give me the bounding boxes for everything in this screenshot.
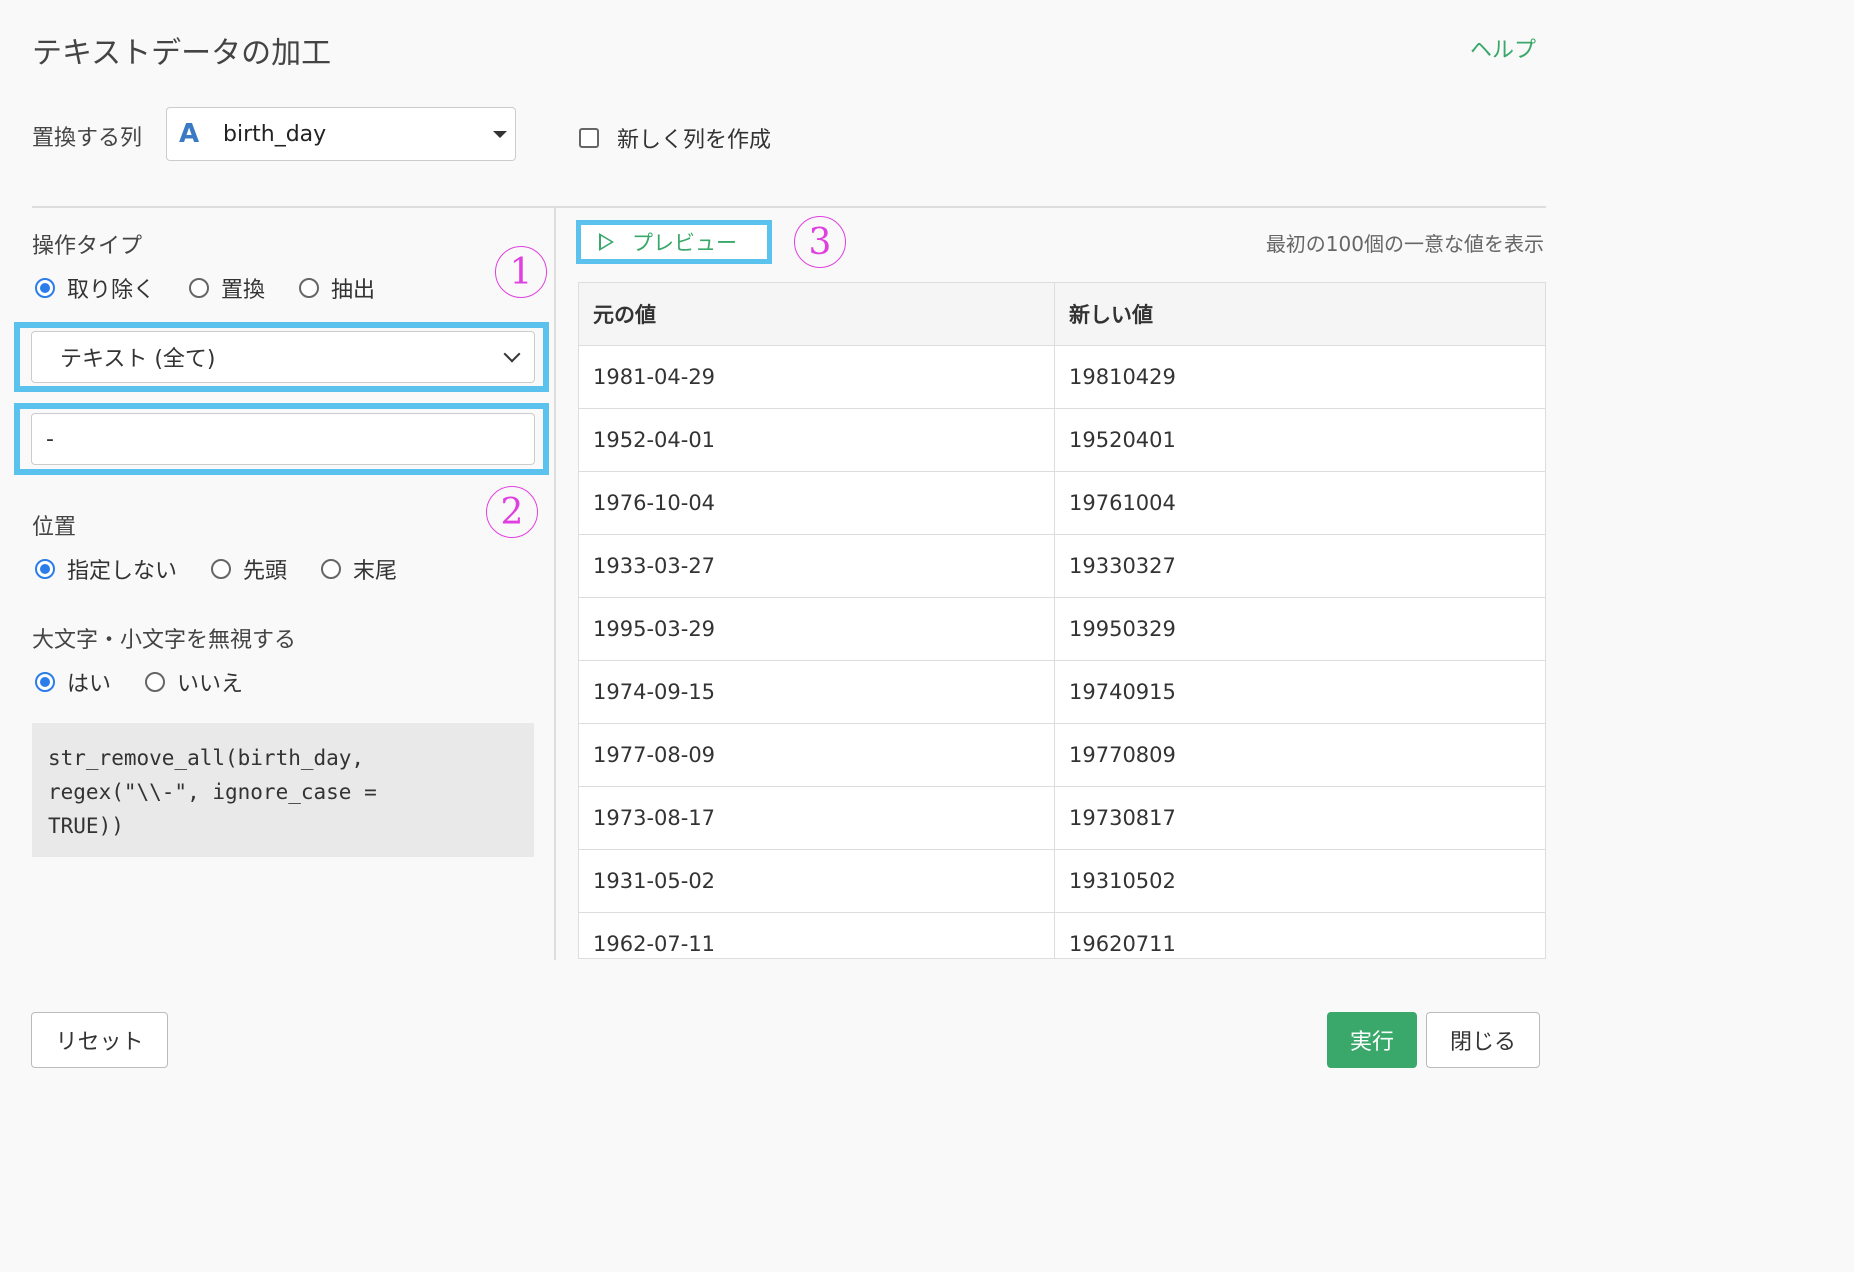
radio-label: はい <box>67 672 112 697</box>
table-row: 1931-05-02 19310502 <box>579 849 1545 913</box>
cell-original: 1933-03-27 <box>579 534 1055 598</box>
cell-new: 19770809 <box>1054 723 1545 787</box>
run-button[interactable]: 実行 <box>1327 1012 1417 1068</box>
cell-new: 19310502 <box>1054 849 1545 913</box>
column-select[interactable]: A birth_day <box>166 107 516 161</box>
vertical-divider <box>554 208 556 960</box>
new-column-checkbox[interactable] <box>579 128 599 148</box>
cell-original: 1977-08-09 <box>579 723 1055 787</box>
radio-button[interactable] <box>35 672 55 692</box>
radio-label: 指定しない <box>67 559 178 584</box>
cell-new: 19761004 <box>1054 471 1545 535</box>
operation-type-radios: 取り除く 置換 抽出 <box>35 272 409 304</box>
position-option-none[interactable]: 指定しない <box>35 553 177 585</box>
ignore-case-option-yes[interactable]: はい <box>35 666 111 698</box>
radio-label: 末尾 <box>353 559 398 584</box>
new-column-label: 新しく列を作成 <box>617 128 772 153</box>
code-line: TRUE)) <box>48 814 124 838</box>
dialog-title: テキストデータの加工 <box>32 36 332 71</box>
cell-original: 1952-04-01 <box>579 408 1055 472</box>
pattern-input-highlight: - <box>14 403 549 475</box>
preview-table-container[interactable]: 元の値 新しい値 1981-04-29 19810429 1952-04-01 19… <box>578 282 1546 959</box>
code-line: str_remove_all(birth_day, <box>48 746 365 770</box>
cell-new: 19810429 <box>1054 345 1545 409</box>
annotation-2: 2 <box>486 486 538 538</box>
radio-button[interactable] <box>189 278 210 298</box>
character-type-icon: A <box>179 119 200 149</box>
target-type-select[interactable]: テキスト (全て) <box>31 331 535 383</box>
position-option-end[interactable]: 末尾 <box>321 553 397 585</box>
ignore-case-label: 大文字・小文字を無視する <box>32 628 297 653</box>
table-row: 1995-03-29 19950329 <box>579 597 1545 661</box>
cell-new: 19950329 <box>1054 597 1545 661</box>
cell-original: 1976-10-04 <box>579 471 1055 535</box>
radio-button[interactable] <box>321 559 342 579</box>
cell-original: 1995-03-29 <box>579 597 1055 661</box>
table-row: 1981-04-29 19810429 <box>579 345 1545 409</box>
preview-button-label: プレビュー <box>632 231 737 255</box>
position-radios: 指定しない 先頭 末尾 <box>35 553 431 585</box>
column-header-new: 新しい値 <box>1054 283 1545 346</box>
radio-label: いいえ <box>177 672 244 697</box>
caret-down-icon <box>493 130 507 138</box>
horizontal-divider <box>32 206 1546 208</box>
replace-column-label: 置換する列 <box>32 126 143 151</box>
new-column-option[interactable]: 新しく列を作成 <box>579 122 771 154</box>
operation-option-remove[interactable]: 取り除く <box>35 272 155 304</box>
cell-new: 19620711 <box>1054 912 1545 958</box>
cell-original: 1973-08-17 <box>579 786 1055 850</box>
radio-button[interactable] <box>299 278 320 298</box>
position-option-start[interactable]: 先頭 <box>211 553 287 585</box>
operation-option-replace[interactable]: 置換 <box>189 272 265 304</box>
cell-new: 19730817 <box>1054 786 1545 850</box>
radio-label: 取り除く <box>67 278 156 303</box>
cell-new: 19740915 <box>1054 660 1545 724</box>
radio-label: 先頭 <box>243 559 288 584</box>
radio-button[interactable] <box>145 672 166 692</box>
target-select-highlight: テキスト (全て) <box>14 322 549 392</box>
table-row: 1976-10-04 19761004 <box>579 471 1545 535</box>
table-row: 1973-08-17 19730817 <box>579 786 1545 850</box>
ignore-case-radios: はい いいえ <box>35 666 277 698</box>
operation-type-label: 操作タイプ <box>32 234 143 259</box>
cell-new: 19520401 <box>1054 408 1545 472</box>
play-icon <box>599 233 614 251</box>
ignore-case-option-no[interactable]: いいえ <box>145 666 243 698</box>
radio-button[interactable] <box>211 559 232 579</box>
table-header-row: 元の値 新しい値 <box>579 283 1545 346</box>
table-row: 1952-04-01 19520401 <box>579 408 1545 472</box>
radio-label: 置換 <box>221 278 266 303</box>
help-link[interactable]: ヘルプ <box>1470 32 1536 64</box>
generated-code: str_remove_all(birth_day, regex("\\-", ig… <box>32 723 534 857</box>
close-button[interactable]: 閉じる <box>1426 1012 1540 1068</box>
radio-button[interactable] <box>35 559 55 579</box>
column-select-value: birth_day <box>223 121 327 147</box>
code-line: regex("\\-", ignore_case = <box>48 780 377 804</box>
cell-original: 1974-09-15 <box>579 660 1055 724</box>
table-row: 1974-09-15 19740915 <box>579 660 1545 724</box>
preview-table: 元の値 新しい値 1981-04-29 19810429 1952-04-01 19… <box>579 283 1545 958</box>
cell-original: 1981-04-29 <box>579 345 1055 409</box>
cell-new: 19330327 <box>1054 534 1545 598</box>
cell-original: 1931-05-02 <box>579 849 1055 913</box>
chevron-down-icon <box>503 345 521 363</box>
radio-label: 抽出 <box>331 278 376 303</box>
annotation-1: 1 <box>495 246 547 298</box>
cell-original: 1962-07-11 <box>579 912 1055 958</box>
target-type-value: テキスト (全て) <box>60 347 216 372</box>
table-row: 1962-07-11 19620711 <box>579 912 1545 958</box>
column-header-original: 元の値 <box>579 283 1055 346</box>
preview-button[interactable]: プレビュー <box>576 220 772 264</box>
table-row: 1977-08-09 19770809 <box>579 723 1545 787</box>
pattern-input[interactable]: - <box>31 413 535 465</box>
position-label: 位置 <box>32 515 77 540</box>
operation-option-extract[interactable]: 抽出 <box>299 272 375 304</box>
preview-note: 最初の100個の一意な値を表示 <box>1265 232 1544 256</box>
annotation-3: 3 <box>794 216 846 268</box>
table-row: 1933-03-27 19330327 <box>579 534 1545 598</box>
reset-button[interactable]: リセット <box>31 1012 168 1068</box>
radio-button[interactable] <box>35 278 55 298</box>
